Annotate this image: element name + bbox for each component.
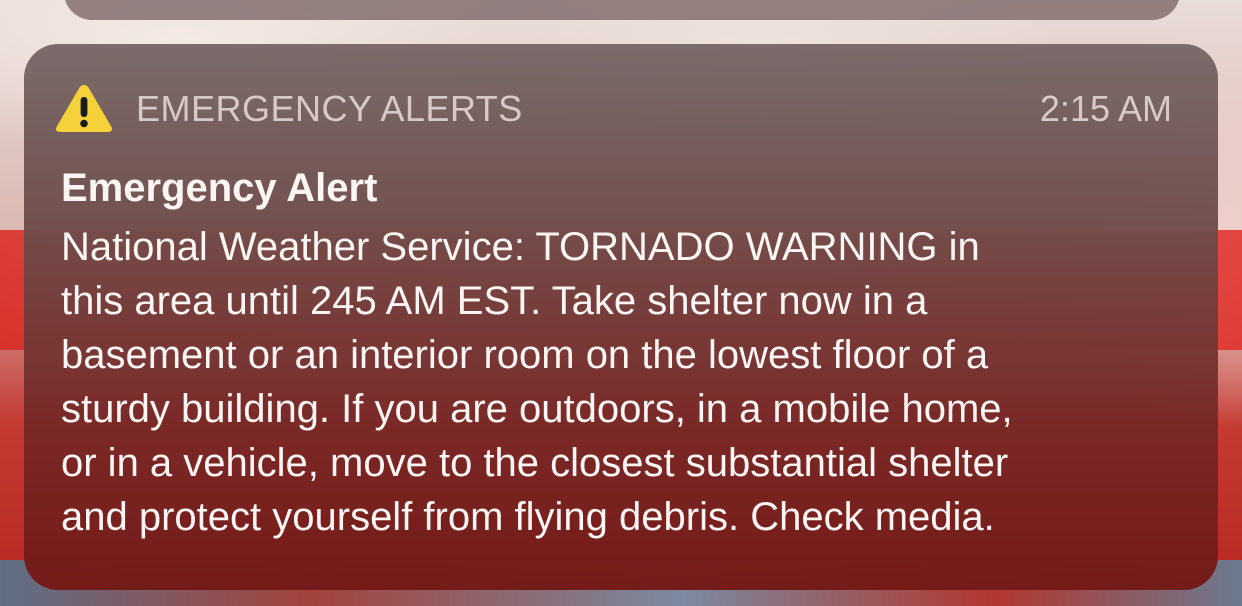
notification-time: 2:15 AM xyxy=(1039,88,1172,129)
emergency-alert-notification[interactable]: EMERGENCY ALERTS 2:15 AM Emergency Alert… xyxy=(24,44,1218,590)
alert-message: National Weather Service: TORNADO WARNIN… xyxy=(61,220,1191,544)
previous-notification[interactable] xyxy=(64,0,1180,20)
alert-message-line: basement or an interior room on the lowe… xyxy=(61,333,989,377)
alert-message-line: National Weather Service: TORNADO WARNIN… xyxy=(61,225,980,269)
notification-header: EMERGENCY ALERTS 2:15 AM xyxy=(54,82,1172,132)
warning-triangle-icon xyxy=(55,85,113,132)
alert-message-line: and protect yourself from flying debris.… xyxy=(61,495,995,539)
alert-message-line: sturdy building. If you are outdoors, in… xyxy=(61,387,1013,431)
app-name: EMERGENCY ALERTS xyxy=(136,88,523,129)
alert-message-line: this area until 245 AM EST. Take shelter… xyxy=(61,279,928,323)
alert-message-line: or in a vehicle, move to the closest sub… xyxy=(61,441,1009,485)
alert-title: Emergency Alert xyxy=(61,166,378,210)
